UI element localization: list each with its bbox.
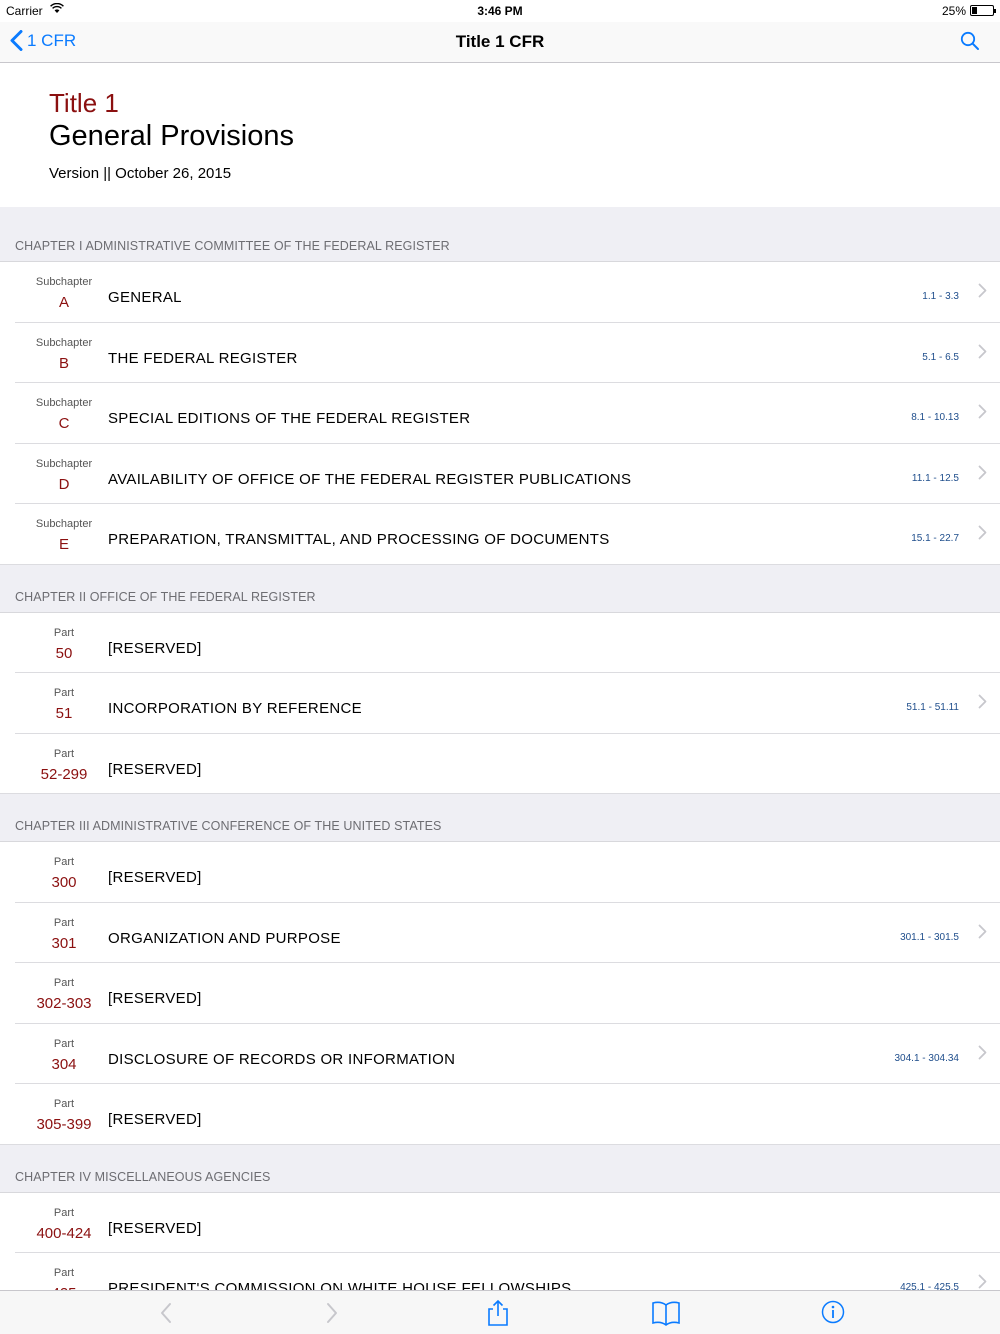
item-title: [RESERVED] — [108, 1111, 202, 1128]
item-number: B — [58, 354, 69, 372]
section-range: 51.1 - 51.11 — [906, 702, 959, 713]
item-number: C — [58, 415, 70, 432]
item-number: 400-424 — [36, 1224, 92, 1242]
item-number: 52-299 — [40, 765, 88, 783]
list-item[interactable]: Part 301 ORGANIZATION AND PURPOSE 301.1 - 3… — [0, 902, 1000, 963]
list-item[interactable]: Part 400-424 [RESERVED] — [0, 1192, 1000, 1253]
item-number: 302-303 — [36, 995, 92, 1012]
item-number: 51 — [55, 705, 73, 722]
bottom-toolbar — [0, 1290, 1000, 1334]
section-range: 5.1 - 6.5 — [922, 351, 959, 363]
chevron-right-icon — [978, 465, 987, 485]
list-item[interactable]: Subchapter A GENERAL 1.1 - 3.3 — [0, 262, 1000, 323]
navigation-bar: 1 CFR Title 1 CFR — [0, 22, 1000, 63]
battery-icon — [970, 5, 996, 16]
item-kind-label: Part — [53, 977, 75, 989]
chapter-title: CHAPTER I ADMINISTRATIVE COMMITTEE OF TH… — [15, 239, 450, 253]
item-kind-label: Subchapter — [35, 397, 93, 409]
item-title: GENERAL — [108, 289, 182, 306]
title-name: General Provisions — [49, 120, 294, 152]
item-kind-label: Part — [53, 1037, 75, 1050]
item-title: [RESERVED] — [108, 760, 202, 778]
list-item[interactable]: Part 302-303 [RESERVED] — [0, 963, 1000, 1024]
item-title: PREPARATION, TRANSMITTAL, AND PROCESSING… — [108, 531, 610, 548]
forward-arrow-icon[interactable] — [324, 1301, 340, 1330]
chapter-header: CHAPTER IV MISCELLANEOUS AGENCIES — [0, 1144, 1000, 1193]
item-kind-label: Part — [53, 916, 75, 929]
list-item[interactable]: Part 305-399 [RESERVED] — [0, 1084, 1000, 1145]
item-title: ORGANIZATION AND PURPOSE — [108, 929, 341, 947]
item-kind-label: Part — [53, 626, 75, 639]
item-kind-label: Part — [53, 856, 75, 868]
back-arrow-icon[interactable] — [158, 1301, 174, 1330]
chevron-right-icon — [978, 694, 987, 714]
title-number: Title 1 — [49, 88, 119, 118]
item-kind-label: Part — [53, 1206, 75, 1219]
status-bar: Carrier 3:46 PM 25% — [0, 0, 1000, 22]
item-kind-label: Subchapter — [35, 276, 93, 288]
chevron-right-icon — [978, 404, 987, 424]
item-number: 305-399 — [36, 1116, 92, 1133]
chapter-title: CHAPTER IV MISCELLANEOUS AGENCIES — [15, 1169, 271, 1184]
item-title: [RESERVED] — [108, 1219, 202, 1237]
section-range: 301.1 - 301.5 — [900, 931, 959, 943]
section-range: 8.1 - 10.13 — [911, 412, 959, 423]
chapter-title: CHAPTER II OFFICE OF THE FEDERAL REGISTE… — [15, 589, 316, 604]
list-item[interactable]: Part 52-299 [RESERVED] — [0, 733, 1000, 794]
item-title: AVAILABILITY OF OFFICE OF THE FEDERAL RE… — [108, 470, 632, 488]
item-title: SPECIAL EDITIONS OF THE FEDERAL REGISTER — [108, 410, 471, 427]
item-title: [RESERVED] — [108, 990, 202, 1007]
item-number: 301 — [51, 934, 77, 952]
item-title: [RESERVED] — [108, 869, 202, 886]
list-item[interactable]: Part 304 DISCLOSURE OF RECORDS OR INFORMAT… — [0, 1023, 1000, 1084]
item-kind-label: Part — [53, 687, 75, 699]
list-item[interactable]: Subchapter D AVAILABILITY OF OFFICE OF THE… — [0, 443, 1000, 504]
section-range: 304.1 - 304.34 — [894, 1052, 960, 1064]
chapter-list: CHAPTER I ADMINISTRATIVE COMMITTEE OF TH… — [0, 207, 1000, 1314]
section-range: 1.1 - 3.3 — [922, 291, 959, 302]
item-number: A — [58, 294, 69, 311]
page-title: Title 1 CFR — [455, 32, 545, 51]
list-item[interactable]: Subchapter C SPECIAL EDITIONS OF THE FEDER… — [0, 383, 1000, 444]
list-item[interactable]: Part 300 [RESERVED] — [0, 842, 1000, 903]
chevron-right-icon — [978, 924, 987, 944]
item-title: DISCLOSURE OF RECORDS OR INFORMATION — [108, 1050, 456, 1068]
book-icon[interactable] — [651, 1300, 681, 1331]
version-label: Version || October 26, 2015 — [49, 165, 232, 182]
item-number: 50 — [55, 644, 73, 662]
list-item[interactable]: Part 51 INCORPORATION BY REFERENCE 51.1 - 5… — [0, 673, 1000, 734]
list-item[interactable]: Part 50 [RESERVED] — [0, 612, 1000, 673]
item-kind-label: Subchapter — [35, 336, 93, 349]
chevron-right-icon — [978, 525, 987, 545]
title-header: Title 1 General Provisions Version || Oc… — [0, 63, 1000, 207]
chevron-right-icon — [978, 283, 987, 303]
item-number: 300 — [51, 874, 77, 891]
clock: 3:46 PM — [477, 4, 523, 18]
item-title: [RESERVED] — [108, 639, 202, 657]
list-item[interactable]: Subchapter E PREPARATION, TRANSMITTAL, AND… — [0, 504, 1000, 565]
chevron-right-icon — [978, 344, 987, 364]
item-kind-label: Part — [53, 1267, 75, 1279]
search-icon[interactable] — [960, 31, 980, 56]
item-title: INCORPORATION BY REFERENCE — [108, 700, 362, 717]
chapter-title: CHAPTER III ADMINISTRATIVE CONFERENCE OF… — [15, 819, 442, 833]
list-item[interactable]: Subchapter B THE FEDERAL REGISTER 5.1 - 6.5 — [0, 322, 1000, 383]
item-title: THE FEDERAL REGISTER — [108, 349, 298, 367]
section-range: 15.1 - 22.7 — [911, 533, 959, 544]
share-icon[interactable] — [486, 1299, 510, 1332]
item-number: E — [58, 536, 69, 553]
item-kind-label: Part — [53, 747, 75, 760]
chapter-header: CHAPTER I ADMINISTRATIVE COMMITTEE OF TH… — [0, 207, 1000, 262]
chapter-header: CHAPTER II OFFICE OF THE FEDERAL REGISTE… — [0, 564, 1000, 613]
chevron-right-icon — [978, 1045, 987, 1065]
item-kind-label: Subchapter — [35, 518, 93, 530]
chapter-header: CHAPTER III ADMINISTRATIVE CONFERENCE OF… — [0, 794, 1000, 842]
item-kind-label: Part — [53, 1098, 75, 1110]
item-number: 304 — [51, 1055, 77, 1073]
info-icon[interactable] — [821, 1300, 845, 1329]
item-kind-label: Subchapter — [35, 457, 93, 470]
item-number: D — [58, 475, 70, 493]
section-range: 11.1 - 12.5 — [911, 472, 959, 484]
battery-percentage: 25% — [941, 4, 966, 18]
